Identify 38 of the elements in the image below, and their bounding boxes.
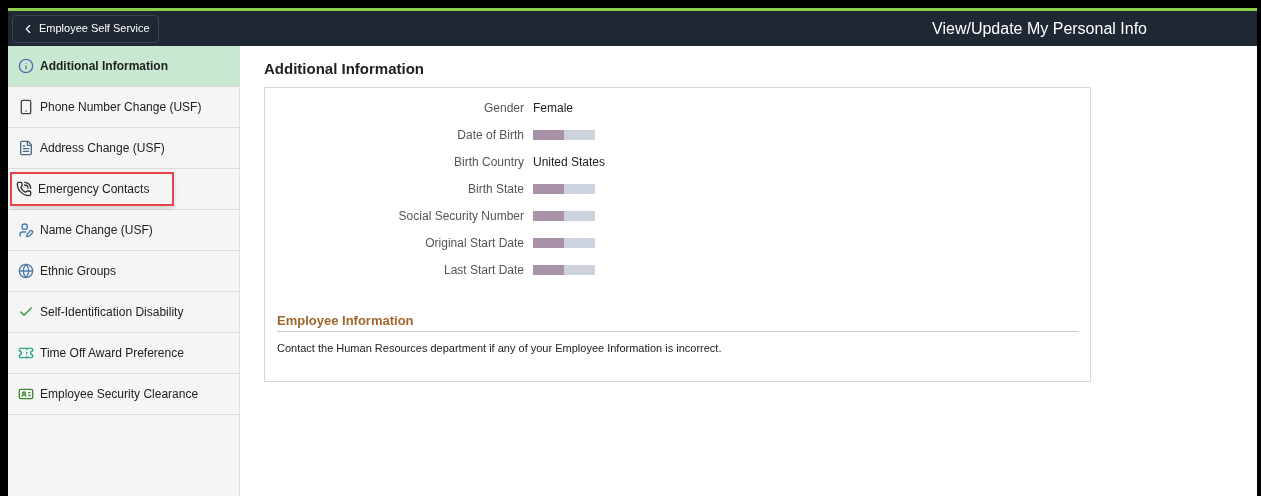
redacted-value <box>533 184 595 194</box>
sidebar-item-label: Emergency Contacts <box>38 181 150 198</box>
redacted-value <box>533 238 595 248</box>
sidebar-item-label: Phone Number Change (USF) <box>40 99 202 116</box>
info-icon <box>18 58 34 74</box>
page-title: View/Update My Personal Info <box>932 18 1147 39</box>
field-label: Gender <box>482 100 525 117</box>
redacted-value <box>533 130 595 140</box>
redacted-value <box>533 265 595 275</box>
redacted-value <box>533 211 595 221</box>
back-button[interactable]: Employee Self Service <box>12 14 159 43</box>
sidebar-item-label: Name Change (USF) <box>40 222 153 239</box>
field-value: United States <box>533 154 606 171</box>
document-icon <box>18 140 34 156</box>
id-card-icon <box>18 386 34 402</box>
sidebar-item-label: Time Off Award Preference <box>40 345 184 362</box>
field-label: Birth Country <box>452 154 525 171</box>
sidebar-item-label: Additional Information <box>40 58 168 75</box>
info-note: Contact the Human Resources department if any of your Employee Information is incorrect. <box>277 341 723 356</box>
field-label: Original Start Date <box>424 235 525 252</box>
phone-icon <box>16 181 32 197</box>
sidebar-item-label: Ethnic Groups <box>40 263 117 280</box>
sidebar-item[interactable]: Emergency Contacts <box>8 169 239 210</box>
field-value: Female <box>533 100 573 117</box>
subsection-title: Employee Information <box>277 310 1078 332</box>
ticket-icon <box>18 345 34 361</box>
field-label: Date of Birth <box>456 127 525 144</box>
person-pencil-icon <box>18 222 34 238</box>
sidebar-item-label: Employee Security Clearance <box>40 386 199 403</box>
sidebar-item-label: Address Change (USF) <box>40 140 165 157</box>
section-title: Additional Information <box>264 59 425 79</box>
sidebar-item-label: Self-Identification Disability <box>40 304 184 321</box>
field-label: Birth State <box>466 181 525 198</box>
field-label: Last Start Date <box>442 262 525 279</box>
sidebar-item[interactable]: Additional Information <box>8 46 239 87</box>
field-label: Social Security Number <box>397 208 525 225</box>
globe-icon <box>18 263 34 279</box>
phone-icon <box>18 99 34 115</box>
